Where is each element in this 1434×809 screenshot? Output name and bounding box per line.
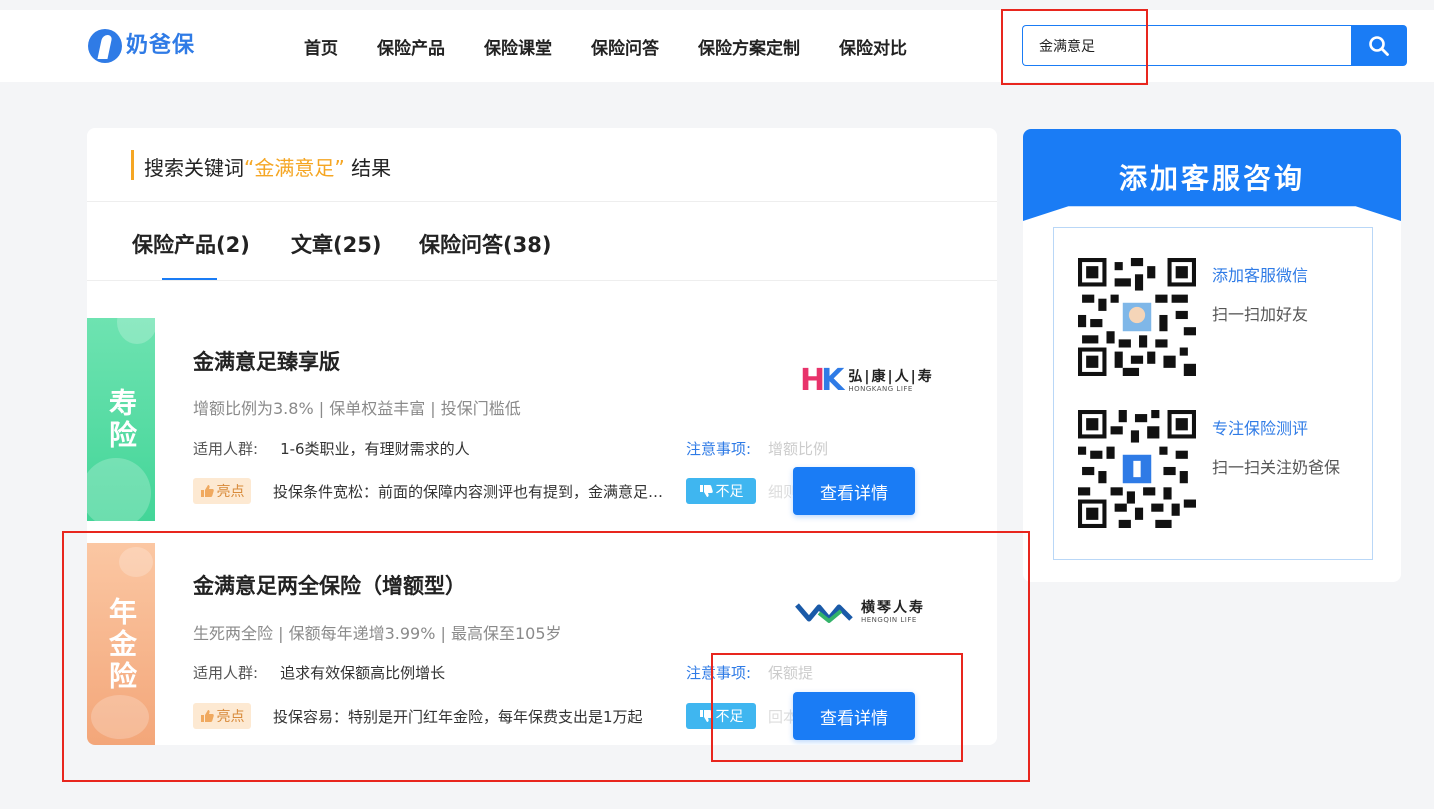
product-card: 寿险 金满意足臻享版 增额比例为3.8% | 保单权益丰富 | 投保门槛低 适用… <box>87 318 997 521</box>
nav-home[interactable]: 首页 <box>304 34 338 59</box>
main-nav: 首页 保险产品 保险课堂 保险问答 保险方案定制 保险对比 <box>304 10 946 82</box>
wechat-qr-code-icon <box>1078 258 1196 376</box>
follow-qr-code-icon <box>1078 410 1196 528</box>
company-logo-hongkang: HK 弘|康|人|寿 HONGKANG LIFE <box>800 363 934 398</box>
nav-qa[interactable]: 保险问答 <box>591 34 659 59</box>
nav-classroom[interactable]: 保险课堂 <box>484 34 552 59</box>
note-label: 注意事项: <box>686 664 752 682</box>
piggy-bank-decoration-icon <box>91 695 149 739</box>
site-logo[interactable]: 奶爸保 <box>88 28 195 64</box>
tree-decoration-icon <box>87 458 151 521</box>
product-category-tag: 寿险 <box>87 318 155 521</box>
nav-products[interactable]: 保险产品 <box>377 34 445 59</box>
hengqin-wave-icon <box>795 603 853 623</box>
tab-qa[interactable]: 保险问答(38) <box>419 229 551 259</box>
highlight-badge: 亮点 <box>193 703 251 729</box>
qr-box: 添加客服微信 扫一扫加好友 专注保险测评 扫一扫关注奶爸保 <box>1053 227 1373 560</box>
results-panel: 搜索关键词“金满意足” 结果 保险产品(2) 文章(25) 保险问答(38) 寿… <box>87 128 997 745</box>
follow-account-link[interactable]: 专注保险测评 <box>1212 415 1308 439</box>
product-name[interactable]: 金满意足臻享版 <box>193 346 340 376</box>
nav-custom-plan[interactable]: 保险方案定制 <box>698 34 800 59</box>
panel-title: 添加客服咨询 <box>1118 162 1305 195</box>
thumbs-down-icon <box>699 485 713 497</box>
company-logo-hengqin: 横琴人寿 HENGQIN LIFE <box>795 537 925 687</box>
product-name[interactable]: 金满意足两全保险（增额型） <box>193 570 466 600</box>
product-category-tag: 年金险 <box>87 543 155 745</box>
thumbs-up-icon <box>200 485 214 497</box>
view-detail-button[interactable]: 查看详情 <box>793 467 915 515</box>
search-input[interactable] <box>1023 26 1352 65</box>
piggy-decoration-icon <box>119 547 153 577</box>
result-keyword: 金满意足 <box>254 156 335 180</box>
hk-logo-icon: HK <box>800 363 844 398</box>
product-desc: 生死两全险 | 保额每年递增3.99% | 最高保至105岁 <box>193 624 562 643</box>
view-detail-button[interactable]: 查看详情 <box>793 692 915 740</box>
result-tabs: 保险产品(2) 文章(25) 保险问答(38) <box>87 203 997 281</box>
top-strip <box>0 0 1434 10</box>
thumbs-down-icon <box>699 710 713 722</box>
note-value: 增额比例 <box>768 440 829 458</box>
result-title: 搜索关键词“金满意足” 结果 <box>144 156 392 180</box>
product-card: 年金险 金满意足两全保险（增额型） 生死两全险 | 保额每年递增3.99% | … <box>87 543 997 745</box>
highlight-badge: 亮点 <box>193 478 251 504</box>
nav-compare[interactable]: 保险对比 <box>839 34 907 59</box>
search-box <box>1022 25 1352 66</box>
product-desc: 增额比例为3.8% | 保单权益丰富 | 投保门槛低 <box>193 399 521 418</box>
highlight-text: 投保条件宽松：前面的保障内容测评也有提到，金满意足臻享版的投保条件宽松 <box>273 483 668 501</box>
product-audience: 适用人群: 追求有效保额高比例增长 <box>193 664 446 682</box>
search-button[interactable] <box>1351 25 1407 66</box>
search-icon <box>1369 35 1389 56</box>
logo-person-icon <box>88 29 122 63</box>
add-wechat-link[interactable]: 添加客服微信 <box>1212 262 1308 286</box>
tab-products[interactable]: 保险产品(2) <box>132 229 250 259</box>
thumbs-up-icon <box>200 710 214 722</box>
shortcoming-badge: 不足 <box>686 703 756 729</box>
note-label: 注意事项: <box>686 440 752 458</box>
highlight-text: 投保容易：特别是开门红年金险，每年保费支出是1万起 <box>273 708 643 726</box>
product-audience: 适用人群: 1-6类职业，有理财需求的人 <box>193 440 470 458</box>
tab-articles[interactable]: 文章(25) <box>291 229 381 259</box>
result-heading: 搜索关键词“金满意足” 结果 <box>87 128 997 202</box>
logo-name: 奶爸保 <box>126 33 196 58</box>
leaf-decoration-icon <box>117 318 155 344</box>
active-tab-indicator <box>162 278 217 280</box>
heading-accent-bar <box>131 150 134 180</box>
add-wechat-sub: 扫一扫加好友 <box>1212 305 1309 324</box>
customer-service-panel: 添加客服咨询 添加客服微信 扫一扫加好友 专注保险测评 扫一扫关注奶爸保 <box>1023 129 1401 582</box>
shortcoming-badge: 不足 <box>686 478 756 504</box>
follow-account-sub: 扫一扫关注奶爸保 <box>1212 458 1341 477</box>
